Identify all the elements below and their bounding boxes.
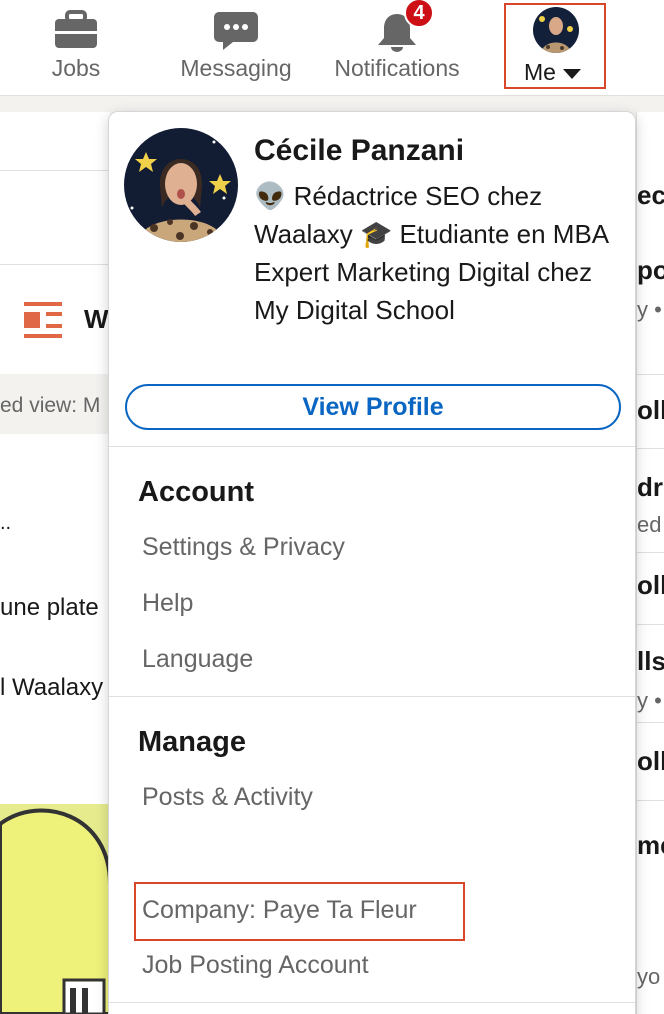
bg-snippet: yo xyxy=(637,964,661,989)
nav-messaging-label: Messaging xyxy=(180,55,292,81)
account-section-title: Account xyxy=(138,476,254,508)
help-link[interactable]: Help xyxy=(142,589,193,618)
bg-snippet: ec xyxy=(637,180,664,210)
view-profile-button[interactable]: View Profile xyxy=(125,384,621,430)
divider xyxy=(637,624,664,625)
bg-snippet: y • xyxy=(637,297,662,322)
bg-snippet: oll xyxy=(637,570,664,600)
profile-headline: 👽 Rédactrice SEO chez Waalaxy 🎓 Etudiant… xyxy=(254,181,608,325)
bg-snippet: me xyxy=(637,830,664,860)
top-navigation: Jobs Messaging 4 Notifications Me xyxy=(0,0,664,96)
nav-notifications[interactable]: 4 Notifications xyxy=(322,0,472,96)
bg-snippet: dr xyxy=(637,472,663,502)
divider xyxy=(637,800,664,801)
divider xyxy=(109,446,635,447)
caret-down-icon xyxy=(562,59,582,86)
bg-snippet: y • xyxy=(637,688,662,713)
company-page-link[interactable]: Company: Paye Ta Fleur xyxy=(142,896,417,925)
nav-jobs[interactable]: Jobs xyxy=(36,0,116,96)
divider xyxy=(637,552,664,553)
profile-name[interactable]: Cécile Panzani xyxy=(254,134,464,168)
background-right-rail: ec po y • oll dr ed oll lls y • oll me y… xyxy=(636,112,664,1014)
profile-avatar[interactable] xyxy=(124,128,238,242)
settings-privacy-link[interactable]: Settings & Privacy xyxy=(142,533,345,562)
chat-bubble-icon xyxy=(213,10,259,57)
nav-messaging[interactable]: Messaging xyxy=(170,0,302,96)
me-dropdown-menu: Cécile Panzani 👽 Rédactrice SEO chez Waa… xyxy=(108,111,636,1014)
bg-snippet: ed xyxy=(637,512,662,537)
bg-snippet: oll xyxy=(637,746,664,776)
bg-snippet: .. xyxy=(0,512,12,534)
newsletter-icon xyxy=(24,302,62,343)
me-text: Me xyxy=(524,59,556,85)
divider xyxy=(637,722,664,723)
bg-snippet: po xyxy=(637,255,664,285)
bg-snippet: lls xyxy=(637,646,664,676)
divider xyxy=(109,696,635,697)
divider xyxy=(0,264,110,265)
job-posting-account-link[interactable]: Job Posting Account xyxy=(142,951,369,980)
manage-section-title: Manage xyxy=(138,726,246,758)
bg-snippet: W xyxy=(84,304,109,334)
notification-count-badge: 4 xyxy=(404,0,434,28)
nav-me-label: Me xyxy=(524,59,582,86)
language-link[interactable]: Language xyxy=(142,645,253,674)
divider xyxy=(0,170,110,171)
nav-me-dropdown[interactable]: Me xyxy=(504,3,606,89)
post-image xyxy=(0,804,110,1014)
posts-activity-link[interactable]: Posts & Activity xyxy=(142,783,313,812)
divider xyxy=(637,448,664,449)
avatar xyxy=(533,7,579,53)
bg-snippet: l Waalaxy xyxy=(0,674,104,701)
divider xyxy=(637,374,664,375)
divider xyxy=(109,1002,635,1003)
bg-snippet: une plate xyxy=(0,594,99,621)
briefcase-icon xyxy=(54,10,98,55)
nav-notifications-label: Notifications xyxy=(334,55,460,81)
nav-jobs-label: Jobs xyxy=(51,55,101,81)
bg-snippet: oll xyxy=(637,395,664,425)
bg-snippet: ed view: M xyxy=(0,394,101,417)
